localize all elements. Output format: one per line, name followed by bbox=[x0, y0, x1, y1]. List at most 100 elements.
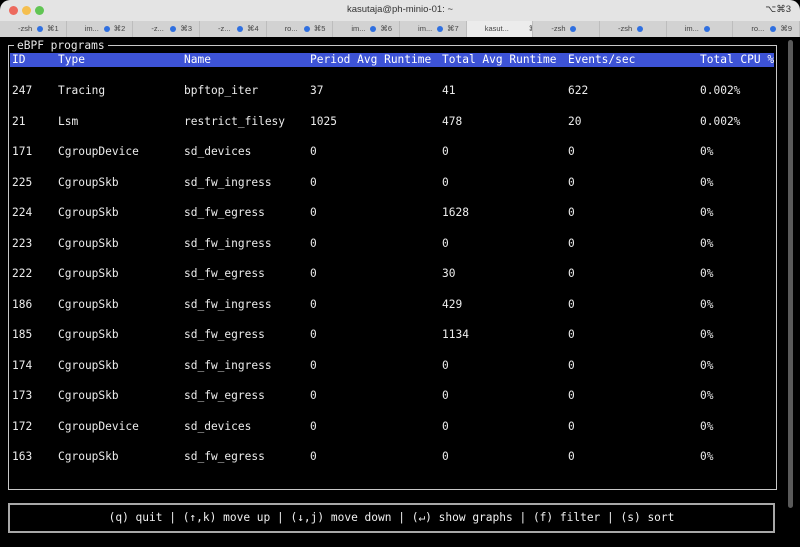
cell-name: sd_fw_egress bbox=[184, 267, 265, 280]
cell-id: 174 bbox=[12, 358, 33, 372]
cell-name: sd_fw_egress bbox=[184, 328, 265, 341]
cell-name: sd_fw_ingress bbox=[184, 175, 272, 189]
table-row[interactable]: 163 CgroupSkb sd_fw_egress 0 0 0 0% bbox=[10, 450, 774, 464]
cell-id: 163 bbox=[12, 450, 33, 463]
cell-events: 0 bbox=[568, 297, 575, 311]
cell-events: 622 bbox=[568, 84, 589, 97]
cell-type: CgroupSkb bbox=[58, 389, 119, 402]
column-header-events-per-sec[interactable]: Events/sec bbox=[568, 53, 635, 67]
cell-name: sd_fw_ingress bbox=[184, 358, 272, 372]
tab-shortcut: ⌘4 bbox=[247, 24, 259, 33]
cell-total: 0 bbox=[442, 145, 449, 158]
cell-type: CgroupDevice bbox=[58, 145, 139, 158]
column-header-type[interactable]: Type bbox=[58, 53, 85, 67]
table-header: ID Type Name Period Avg Runtime Total Av… bbox=[10, 53, 774, 67]
tab-6[interactable]: im... ⌘6 bbox=[333, 21, 401, 37]
cell-id: 171 bbox=[12, 145, 33, 158]
cell-period: 0 bbox=[310, 450, 317, 463]
terminal-content[interactable]: eBPF programs ID Type Name Period Avg Ru… bbox=[0, 37, 800, 547]
cell-type: CgroupSkb bbox=[58, 328, 119, 341]
tab-activity-dot-icon bbox=[37, 26, 43, 32]
cell-id: 247 bbox=[12, 84, 33, 97]
scrollbar[interactable] bbox=[787, 40, 794, 508]
cell-events: 0 bbox=[568, 419, 575, 433]
table-row[interactable]: 174 CgroupSkb sd_fw_ingress 0 0 0 0% bbox=[10, 359, 774, 373]
tab-10[interactable]: -zsh bbox=[600, 21, 667, 37]
cell-total: 1134 bbox=[442, 328, 469, 341]
table-row[interactable]: 225 CgroupSkb sd_fw_ingress 0 0 0 0% bbox=[10, 176, 774, 190]
cell-type: CgroupSkb bbox=[58, 175, 119, 189]
tab-shortcut: ⌘3 bbox=[180, 24, 193, 33]
title-bar[interactable]: kasutaja@ph-minio-01: ~ ⌥⌘3 bbox=[0, 0, 800, 21]
cell-total: 0 bbox=[442, 175, 449, 189]
cell-type: CgroupSkb bbox=[58, 236, 119, 250]
tab-shortcut: ⌘6 bbox=[380, 24, 393, 33]
tab-3[interactable]: -z... ⌘3 bbox=[133, 21, 201, 37]
table-row[interactable]: 21 Lsm restrict_filesy 1025 478 20 0.002% bbox=[10, 115, 774, 129]
tab-shortcut: ⌘5 bbox=[313, 24, 326, 33]
tab-activity-dot-icon bbox=[370, 26, 377, 32]
column-header-total-cpu[interactable]: Total CPU % bbox=[700, 53, 774, 67]
tab-7[interactable]: im... ⌘7 bbox=[400, 21, 467, 37]
help-bar: (q) quit | (↑,k) move up | (↓,j) move do… bbox=[8, 503, 775, 533]
cell-period: 0 bbox=[310, 236, 317, 250]
tab-shortcut: ⌘9 bbox=[780, 24, 793, 33]
cell-cpu: 0% bbox=[700, 328, 714, 341]
cell-cpu: 0% bbox=[700, 206, 714, 219]
table-row[interactable]: 222 CgroupSkb sd_fw_egress 0 30 0 0% bbox=[10, 267, 774, 281]
cell-name: bpftop_iter bbox=[184, 84, 259, 97]
scrollbar-thumb[interactable] bbox=[788, 40, 793, 508]
cell-events: 0 bbox=[568, 328, 575, 341]
tab-activity-dot-icon bbox=[637, 26, 644, 32]
tab-label: -z... bbox=[151, 24, 164, 33]
cell-type: CgroupSkb bbox=[58, 450, 119, 463]
cell-cpu: 0% bbox=[700, 267, 714, 280]
tab-4[interactable]: -z... ⌘4 bbox=[200, 21, 267, 37]
table-row[interactable]: 173 CgroupSkb sd_fw_egress 0 0 0 0% bbox=[10, 389, 774, 403]
cell-events: 0 bbox=[568, 145, 575, 158]
cell-events: 0 bbox=[568, 267, 575, 280]
cell-total: 1628 bbox=[442, 206, 469, 219]
tab-activity-dot-icon bbox=[103, 26, 110, 32]
column-header-period-avg-runtime[interactable]: Period Avg Runtime bbox=[310, 53, 431, 67]
cell-events: 20 bbox=[568, 114, 582, 128]
tab-label: im... bbox=[351, 24, 366, 33]
tab-activity-dot-icon bbox=[237, 26, 244, 32]
table-row[interactable]: 172 CgroupDevice sd_devices 0 0 0 0% bbox=[10, 420, 774, 434]
cell-events: 0 bbox=[568, 236, 575, 250]
tab-8[interactable]: kasut...⌘8 bbox=[466, 21, 534, 37]
tab-12[interactable]: ro... ⌘9 bbox=[733, 21, 800, 37]
tab-activity-dot-icon bbox=[303, 26, 310, 32]
cell-id: 21 bbox=[12, 114, 26, 128]
tab-2[interactable]: im... ⌘2 bbox=[67, 21, 134, 37]
table-row[interactable]: 224 CgroupSkb sd_fw_egress 0 1628 0 0% bbox=[10, 206, 774, 220]
cell-period: 0 bbox=[310, 419, 317, 433]
tab-9[interactable]: -zsh bbox=[533, 21, 601, 37]
cell-period: 0 bbox=[310, 145, 317, 158]
cell-total: 30 bbox=[442, 267, 456, 280]
tab-label: im... bbox=[684, 24, 699, 33]
cell-cpu: 0.002% bbox=[700, 84, 741, 97]
cell-total: 0 bbox=[442, 450, 449, 463]
tab-activity-dot-icon bbox=[703, 26, 710, 32]
cell-name: sd_fw_egress bbox=[184, 389, 265, 402]
table-row[interactable]: 186 CgroupSkb sd_fw_ingress 0 429 0 0% bbox=[10, 298, 774, 312]
table-row[interactable]: 171 CgroupDevice sd_devices 0 0 0 0% bbox=[10, 145, 774, 159]
cell-name: sd_devices bbox=[184, 145, 252, 158]
tab-5[interactable]: ro... ⌘5 bbox=[267, 21, 334, 37]
tab-activity-dot-icon bbox=[570, 26, 577, 32]
tab-11[interactable]: im... bbox=[667, 21, 734, 37]
cell-period: 0 bbox=[310, 267, 317, 280]
column-header-name[interactable]: Name bbox=[184, 53, 211, 67]
table-row[interactable]: 223 CgroupSkb sd_fw_ingress 0 0 0 0% bbox=[10, 237, 774, 251]
table-row[interactable]: 247 Tracing bpftop_iter 37 41 622 0.002% bbox=[10, 84, 774, 98]
cell-total: 0 bbox=[442, 419, 449, 433]
tab-1[interactable]: -zsh ⌘1 bbox=[0, 21, 67, 37]
table-row[interactable]: 185 CgroupSkb sd_fw_egress 0 1134 0 0% bbox=[10, 328, 774, 342]
column-header-total-avg-runtime[interactable]: Total Avg Runtime bbox=[442, 53, 557, 67]
cell-name: sd_fw_ingress bbox=[184, 297, 272, 311]
cell-period: 0 bbox=[310, 328, 317, 341]
column-header-id[interactable]: ID bbox=[12, 53, 25, 67]
terminal-window: kasutaja@ph-minio-01: ~ ⌥⌘3 -zsh ⌘1 im... ⌘… bbox=[0, 0, 800, 547]
tab-label: ro... bbox=[284, 24, 298, 33]
